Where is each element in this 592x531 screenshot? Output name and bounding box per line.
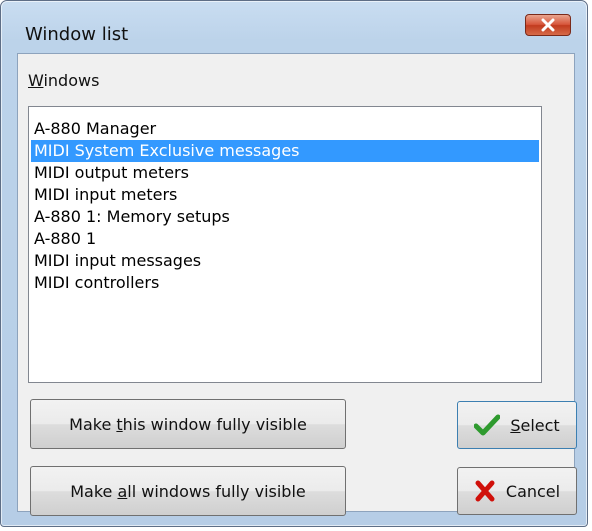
make-window-visible-button[interactable]: Make this window fully visible xyxy=(30,399,346,449)
list-item[interactable]: A-880 1: Memory setups xyxy=(31,206,539,228)
title-bar[interactable]: Window list xyxy=(1,1,587,53)
windows-label-rest: indows xyxy=(43,71,100,90)
make-visible-label-start: Make xyxy=(69,414,117,434)
cancel-button[interactable]: Cancel xyxy=(457,467,577,515)
make-visible-label-end: his window fully visible xyxy=(122,414,307,434)
close-button[interactable] xyxy=(525,14,571,36)
make-all-visible-label: Make all windows fully visible xyxy=(70,482,306,501)
make-all-visible-mnemonic: a xyxy=(117,481,128,501)
select-label: Select xyxy=(510,416,559,435)
cancel-label: Cancel xyxy=(505,481,561,501)
make-all-visible-label-start: Make xyxy=(70,481,118,501)
select-button[interactable]: Select xyxy=(457,401,577,449)
window-title: Window list xyxy=(25,24,129,45)
red-x-icon xyxy=(474,480,496,502)
make-all-windows-visible-button[interactable]: Make all windows fully visible xyxy=(30,466,346,516)
windows-listbox[interactable]: A-880 Manager MIDI System Exclusive mess… xyxy=(28,106,542,383)
close-icon xyxy=(541,18,555,32)
window-list-dialog: Window list Windows A-880 Manager MIDI S… xyxy=(0,0,588,527)
select-mnemonic: S xyxy=(510,415,521,435)
make-visible-label: Make this window fully visible xyxy=(69,415,307,434)
windows-label: Windows xyxy=(28,71,99,90)
dialog-client-area: Windows A-880 Manager MIDI System Exclus… xyxy=(17,53,577,516)
select-label-end: elect xyxy=(520,415,560,435)
list-item[interactable]: MIDI input messages xyxy=(31,250,539,272)
list-item[interactable]: MIDI input meters xyxy=(31,184,539,206)
list-item[interactable]: A-880 Manager xyxy=(31,118,539,140)
list-item-selected[interactable]: MIDI System Exclusive messages xyxy=(31,140,539,162)
checkmark-icon xyxy=(474,414,501,436)
list-item[interactable]: MIDI controllers xyxy=(31,272,539,294)
list-item[interactable]: A-880 1 xyxy=(31,228,539,250)
list-item[interactable]: MIDI output meters xyxy=(31,162,539,184)
windows-label-mnemonic: W xyxy=(28,71,44,90)
make-all-visible-label-end: ll windows fully visible xyxy=(127,481,306,501)
